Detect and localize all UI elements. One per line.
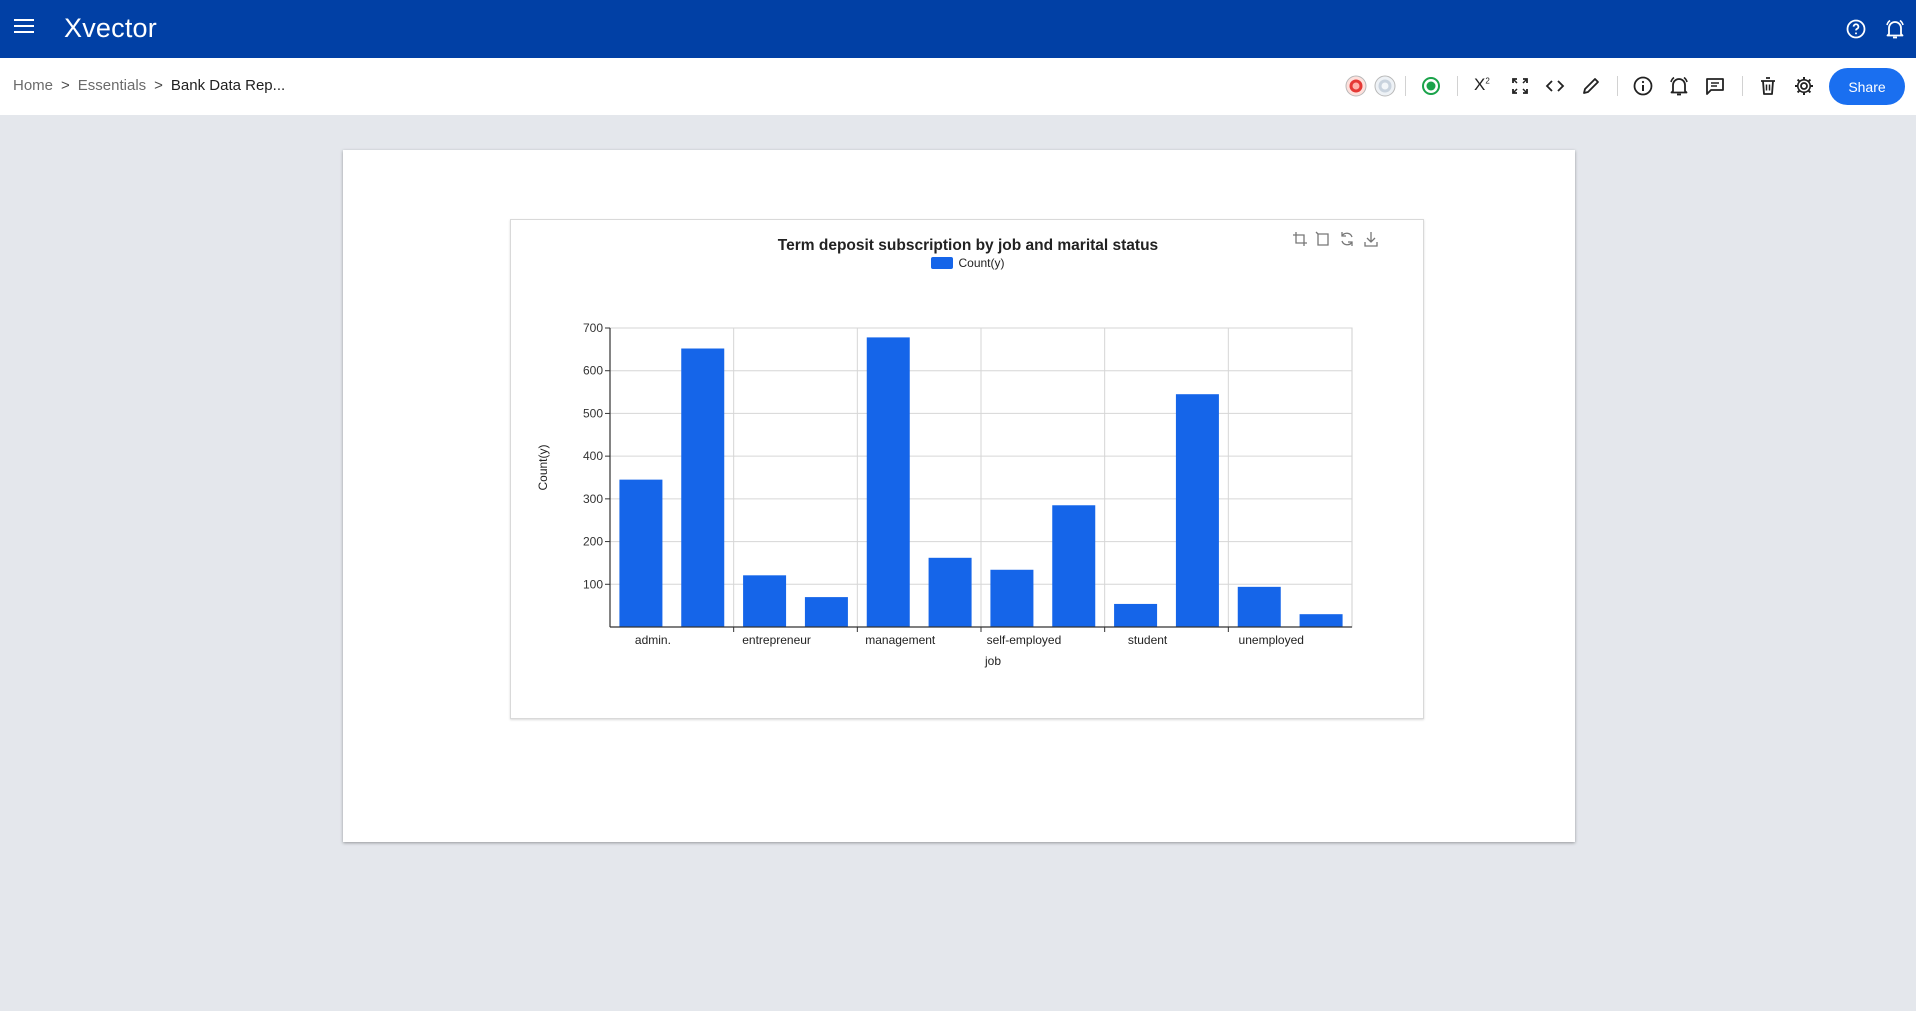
- breadcrumb-current-report: Bank Data Rep...: [170, 77, 286, 94]
- bar-unknown: [1299, 614, 1343, 627]
- collaborator-avatar-gray[interactable]: [1373, 74, 1397, 98]
- x-tick-label: student: [1128, 633, 1168, 647]
- y-tick-label: 100: [583, 577, 603, 591]
- fullscreen-icon[interactable]: [1508, 74, 1532, 98]
- settings-gear-icon[interactable]: [1792, 74, 1816, 98]
- x-tick-label: self-employed: [987, 633, 1062, 647]
- y-tick-label: 200: [583, 535, 603, 549]
- bar-self-employed: [990, 569, 1034, 627]
- bar-technician: [1175, 394, 1219, 627]
- x-tick-label: admin.: [635, 633, 671, 647]
- bar-management: [866, 337, 910, 627]
- bar-unemployed: [1237, 586, 1281, 627]
- code-embed-icon[interactable]: [1543, 74, 1567, 98]
- bar-admin: [619, 479, 663, 627]
- y-tick-label: 600: [583, 364, 603, 378]
- bar-blue-collar: [681, 348, 725, 627]
- delete-trash-icon[interactable]: [1756, 74, 1780, 98]
- info-icon[interactable]: [1631, 74, 1655, 98]
- bar-chart-plot: 100 200 300 400 500 600 700 admin. entrepreneur m…: [536, 321, 1353, 668]
- collaborator-avatar-red[interactable]: [1344, 74, 1368, 98]
- bar-services: [1052, 505, 1096, 627]
- comments-icon[interactable]: [1703, 74, 1727, 98]
- breadcrumb-essentials[interactable]: Essentials: [78, 77, 146, 94]
- y-tick-label: 700: [583, 321, 603, 335]
- breadcrumb-separator: >: [61, 77, 70, 94]
- toolbar-divider: [1742, 76, 1743, 96]
- toolbar-divider: [1405, 76, 1406, 96]
- breadcrumb-separator: >: [154, 77, 163, 94]
- bar-entrepreneur: [743, 575, 787, 627]
- notifications-bell-icon[interactable]: [1883, 17, 1907, 41]
- toolbar-divider: [1457, 76, 1458, 96]
- y-tick-label: 300: [583, 492, 603, 506]
- bar-housemaid: [804, 597, 848, 627]
- toolbar-divider: [1617, 76, 1618, 96]
- app-header: Xvector: [0, 0, 1916, 58]
- share-button[interactable]: Share: [1829, 68, 1905, 105]
- bar-student: [1114, 603, 1158, 627]
- alert-bell-icon[interactable]: [1667, 74, 1691, 98]
- bar-retired: [928, 557, 972, 627]
- live-status-icon[interactable]: [1419, 74, 1443, 98]
- x-tick-label: unemployed: [1239, 633, 1304, 647]
- superscript-formula-icon[interactable]: X2: [1474, 75, 1498, 99]
- x-tick-label: management: [865, 633, 936, 647]
- y-tick-label: 400: [583, 449, 603, 463]
- y-tick-label: 500: [583, 406, 603, 420]
- edit-pencil-icon[interactable]: [1579, 74, 1603, 98]
- breadcrumb: Home > Essentials > Bank Data Rep...: [13, 77, 285, 94]
- breadcrumb-home[interactable]: Home: [13, 77, 53, 94]
- y-axis-label: Count(y): [536, 444, 550, 490]
- help-icon[interactable]: [1844, 17, 1868, 41]
- x-tick-label: entrepreneur: [742, 633, 811, 647]
- report-toolbar: Home > Essentials > Bank Data Rep... X2: [0, 58, 1916, 115]
- chart-widget[interactable]: Term deposit subscription by job and mar…: [510, 219, 1424, 719]
- x-axis-label: job: [984, 654, 1001, 668]
- app-logo[interactable]: Xvector: [64, 13, 157, 44]
- menu-icon[interactable]: [14, 19, 34, 37]
